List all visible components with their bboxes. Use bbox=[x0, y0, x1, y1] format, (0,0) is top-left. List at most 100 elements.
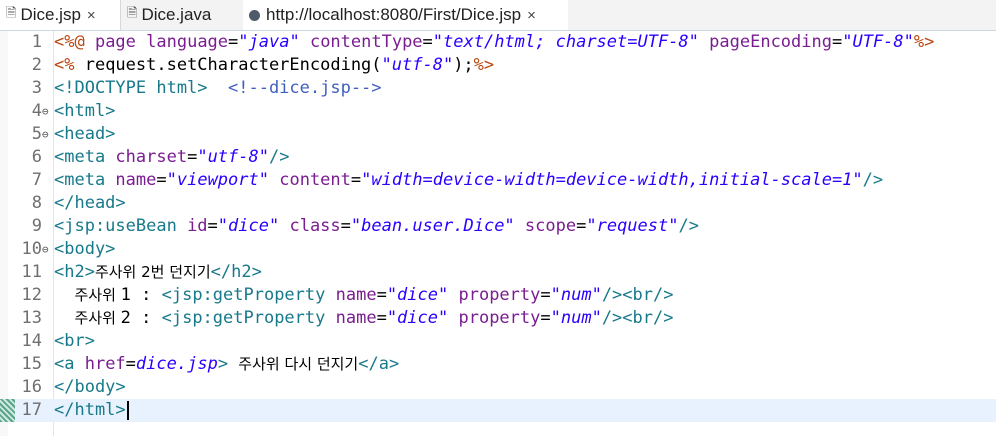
code-token: /><br/> bbox=[601, 285, 674, 305]
code-token: = bbox=[540, 308, 551, 328]
code-line[interactable]: 7 <meta name="viewport" content="width=de… bbox=[0, 169, 996, 192]
code-token: = bbox=[831, 32, 843, 52]
code-token: </head> bbox=[54, 193, 126, 213]
code-token: = bbox=[187, 147, 198, 167]
code-token: href bbox=[84, 354, 126, 374]
code-token: <html> bbox=[54, 101, 116, 121]
code-line[interactable]: 5 ⊖ <head> bbox=[0, 123, 996, 146]
code-text: <br> bbox=[54, 330, 95, 353]
code-token: <head> bbox=[54, 124, 116, 144]
tab-label: Dice.java bbox=[141, 5, 212, 24]
code-text: 주사위 2 : <jsp:getProperty name="dice" pro… bbox=[54, 307, 673, 330]
code-token: <%@ bbox=[54, 32, 95, 52]
code-line[interactable]: 3 <!DOCTYPE html> <!--dice.jsp--> bbox=[0, 77, 996, 100]
code-token: page bbox=[94, 32, 147, 52]
code-token: "dice" bbox=[386, 308, 449, 328]
code-token: pageEncoding bbox=[709, 32, 832, 52]
line-number: 12 bbox=[21, 285, 42, 305]
code-text: <a href=dice.jsp> 주사위 다시 던지기</a> bbox=[54, 353, 399, 376]
line-number: 13 bbox=[21, 308, 42, 328]
code-token: </html> bbox=[54, 400, 126, 420]
line-number: 1 bbox=[31, 32, 42, 52]
code-token: <jsp:useBean bbox=[54, 216, 188, 236]
code-token: "dice" bbox=[386, 285, 449, 305]
code-line[interactable]: 4 ⊖ <html> bbox=[0, 100, 996, 123]
jsp-file-icon: 🗎 bbox=[6, 5, 17, 20]
code-text: <body> bbox=[54, 238, 115, 261]
code-line[interactable]: 8 </head> bbox=[0, 192, 996, 215]
tab-browser-localhost[interactable]: http://localhost:8080/First/Dice.jsp × bbox=[243, 0, 568, 30]
code-token: "num" bbox=[550, 308, 602, 328]
code-line[interactable]: 13 주사위 2 : <jsp:getProperty name="dice" … bbox=[0, 307, 996, 330]
code-token: /><br/> bbox=[601, 308, 674, 328]
line-number: 3 bbox=[31, 78, 42, 98]
code-line[interactable]: 1 <%@ page language="java" contentType="t… bbox=[0, 31, 996, 54]
code-line[interactable]: 17 </html> bbox=[0, 399, 996, 422]
code-text: <html> bbox=[54, 100, 115, 123]
code-token: "java" bbox=[238, 32, 300, 52]
code-token: <!--dice.jsp--> bbox=[228, 78, 382, 98]
close-icon[interactable]: × bbox=[527, 7, 536, 24]
line-number: 2 bbox=[31, 55, 42, 75]
code-token: = bbox=[350, 170, 362, 190]
tab-dice-jsp[interactable]: 🗎 Dice.jsp × bbox=[0, 0, 121, 30]
code-line[interactable]: 16 </body> bbox=[0, 376, 996, 399]
code-token: = bbox=[228, 32, 239, 52]
code-line[interactable]: 11 <h2>주사위 2번 던지기</h2> bbox=[0, 261, 996, 284]
line-number: 14 bbox=[21, 331, 42, 351]
code-token: "dice" bbox=[217, 216, 280, 236]
fold-toggle-icon[interactable]: ⊖ bbox=[42, 123, 49, 146]
code-token: = bbox=[376, 285, 387, 305]
code-token: dice.jsp bbox=[135, 354, 218, 374]
line-number: 4 bbox=[31, 101, 42, 121]
code-line[interactable]: 15 <a href=dice.jsp> 주사위 다시 던지기</a> bbox=[0, 353, 996, 376]
code-line[interactable]: 14 <br> bbox=[0, 330, 996, 353]
code-line[interactable]: 6 <meta charset="utf-8"/> bbox=[0, 146, 996, 169]
line-number: 8 bbox=[31, 193, 42, 213]
code-text: <%@ page language="java" contentType="te… bbox=[54, 31, 934, 54]
code-token: name bbox=[115, 170, 157, 190]
code-text: <head> bbox=[54, 123, 115, 146]
line-number: 5 bbox=[31, 124, 42, 144]
code-editor[interactable]: 1 <%@ page language="java" contentType="t… bbox=[0, 31, 996, 436]
code-token: "text/html; charset=UTF-8" bbox=[432, 32, 699, 52]
code-text: </head> bbox=[54, 192, 126, 215]
code-text: <jsp:useBean id="dice" class="bean.user.… bbox=[54, 215, 699, 238]
fold-toggle-icon[interactable]: ⊖ bbox=[42, 238, 49, 261]
code-line[interactable]: 2 <% request.setCharacterEncoding("utf-8"… bbox=[0, 54, 996, 77]
code-token: <meta bbox=[54, 147, 116, 167]
close-icon[interactable]: × bbox=[87, 7, 96, 24]
code-line[interactable]: 10 ⊖ <body> bbox=[0, 238, 996, 261]
code-text: <h2>주사위 2번 던지기</h2> bbox=[54, 261, 262, 284]
code-token: 1 : bbox=[120, 285, 162, 305]
code-text: <meta name="viewport" content="width=dev… bbox=[54, 169, 883, 192]
code-token: name bbox=[335, 285, 377, 305]
java-file-icon: 🗎 bbox=[127, 5, 138, 20]
fold-toggle-icon[interactable]: ⊖ bbox=[42, 100, 49, 123]
code-token: <h2> bbox=[54, 262, 95, 282]
code-token: "num" bbox=[550, 285, 602, 305]
code-token: = bbox=[376, 308, 387, 328]
code-token: "viewport" bbox=[166, 170, 269, 190]
code-line[interactable]: 12 주사위 1 : <jsp:getProperty name="dice" … bbox=[0, 284, 996, 307]
code-token: "UTF-8" bbox=[842, 32, 914, 52]
code-token: %> bbox=[913, 32, 935, 52]
code-token: = bbox=[125, 354, 136, 374]
tab-dice-java[interactable]: 🗎 Dice.java bbox=[121, 0, 243, 30]
tab-label: Dice.jsp bbox=[20, 5, 81, 24]
code-token: id bbox=[187, 216, 208, 236]
line-number: 6 bbox=[31, 147, 42, 167]
code-line[interactable]: 9 <jsp:useBean id="dice" class="bean.user… bbox=[0, 215, 996, 238]
code-text: </html> bbox=[54, 399, 129, 422]
code-token: = bbox=[422, 32, 433, 52]
code-token: property bbox=[458, 285, 541, 305]
